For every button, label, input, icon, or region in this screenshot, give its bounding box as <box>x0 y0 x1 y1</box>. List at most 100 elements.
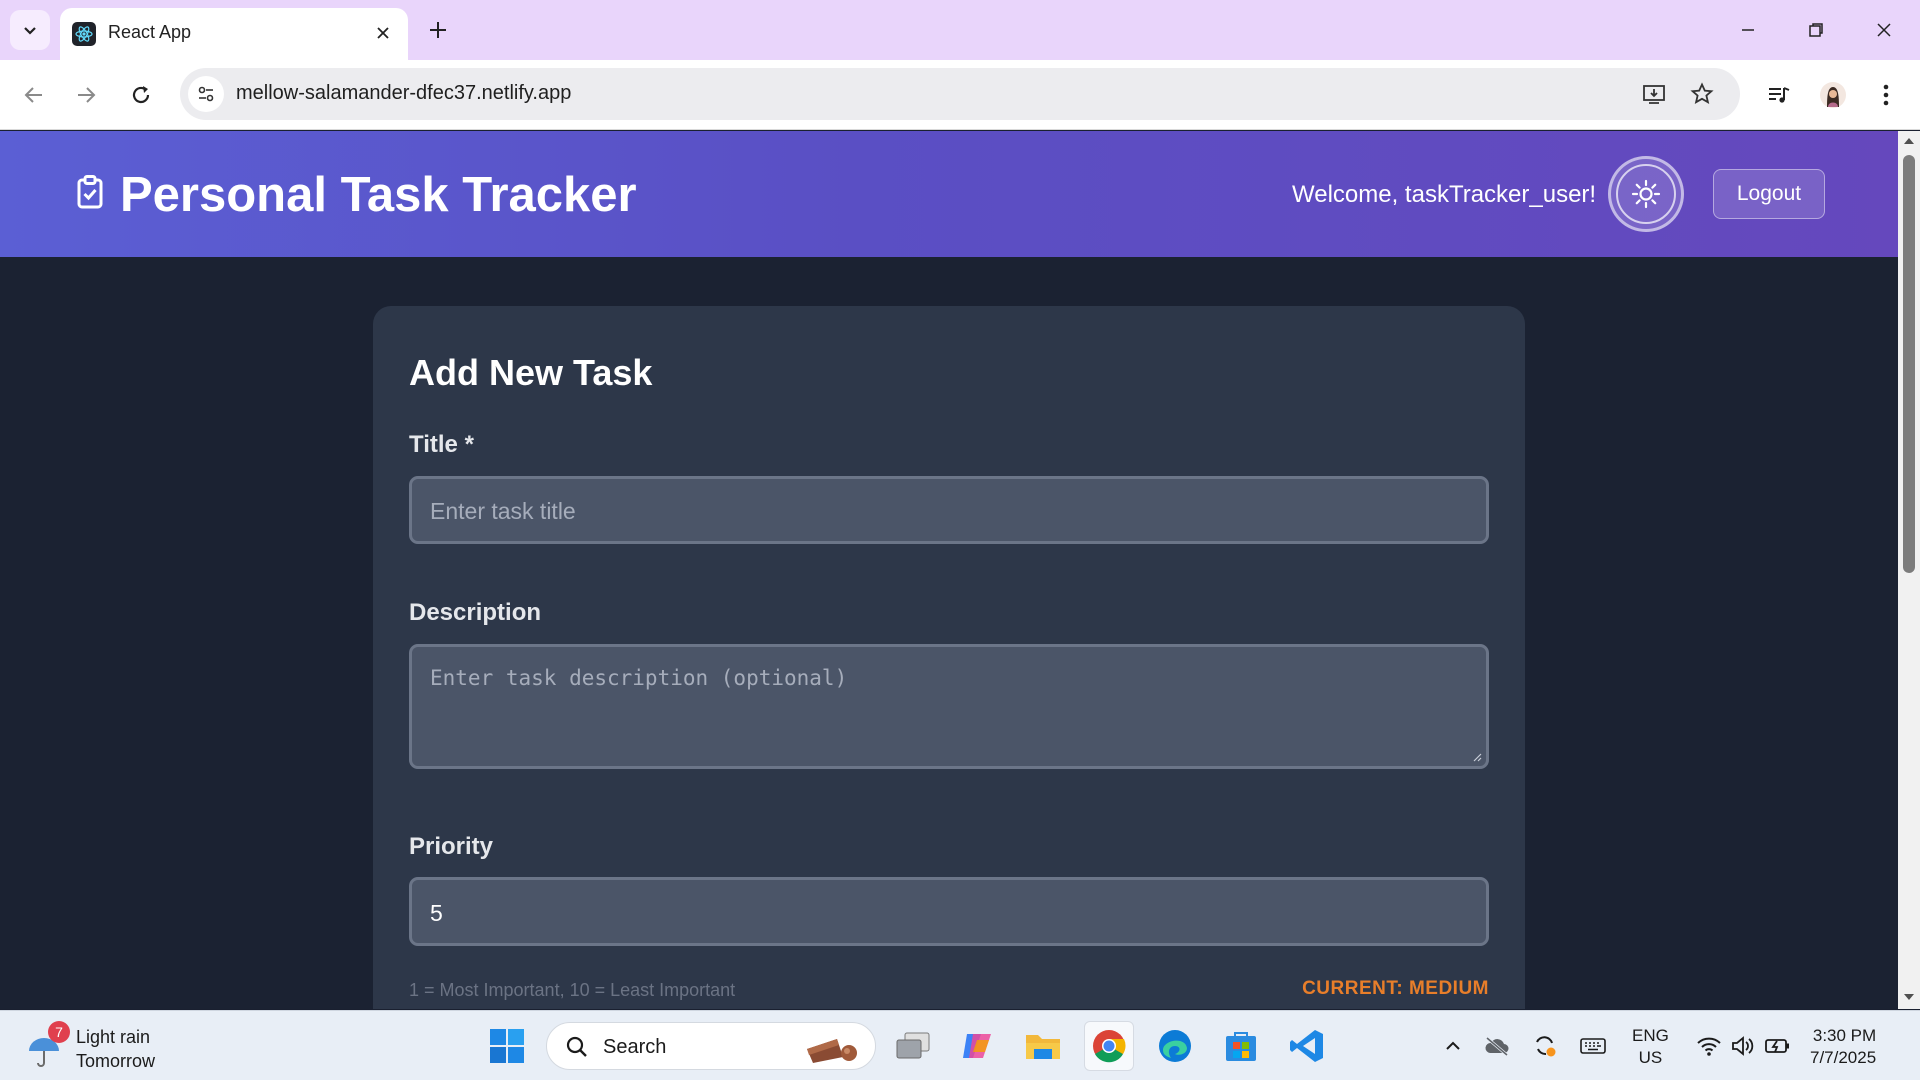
description-label: Description <box>409 599 542 626</box>
language-code: ENG <box>1632 1026 1669 1045</box>
resize-handle-icon[interactable] <box>1472 752 1482 762</box>
close-icon <box>1877 23 1891 37</box>
theme-toggle-button[interactable] <box>1608 156 1684 232</box>
taskbar-search-box[interactable]: Search <box>546 1022 876 1070</box>
tab-search-button[interactable] <box>10 10 50 50</box>
vscode-button[interactable] <box>1282 1021 1332 1071</box>
windows-logo-icon <box>490 1029 524 1063</box>
clipboard-check-icon <box>77 175 103 209</box>
weather-when: Tomorrow <box>76 1051 156 1071</box>
search-icon <box>566 1036 587 1057</box>
onedrive-tray-button[interactable] <box>1482 1031 1512 1061</box>
avatar-icon <box>1820 82 1846 108</box>
add-task-card: Add New Task Title * Enter task title De… <box>373 306 1525 1009</box>
battery-tray-button[interactable] <box>1763 1031 1793 1061</box>
star-icon <box>1690 82 1714 105</box>
store-icon <box>1226 1032 1256 1061</box>
plus-icon <box>430 22 446 38</box>
weather-alert-badge: 7 <box>48 1021 70 1043</box>
chocolate-icon <box>807 1039 857 1063</box>
back-button[interactable] <box>14 75 54 115</box>
title-placeholder: Enter task title <box>430 498 576 524</box>
browser-tab-bar: React App <box>0 0 1920 60</box>
task-view-icon <box>896 1032 930 1059</box>
edge-button[interactable] <box>1150 1021 1200 1071</box>
sun-icon <box>1631 179 1661 209</box>
minimize-button[interactable] <box>1718 10 1778 50</box>
app-header: Personal Task Tracker Welcome, taskTrack… <box>0 131 1898 257</box>
cloud-off-icon <box>1485 1036 1509 1057</box>
page-scrollbar[interactable] <box>1898 131 1920 1009</box>
browser-tab[interactable]: React App <box>60 8 408 60</box>
web-page: Personal Task Tracker Welcome, taskTrack… <box>0 131 1898 1009</box>
restore-icon <box>1809 23 1823 37</box>
browser-toolbar: mellow-salamander-dfec37.netlify.app <box>0 60 1920 130</box>
media-control-button[interactable] <box>1759 75 1799 115</box>
weather-condition: Light rain <box>76 1027 151 1047</box>
sync-icon <box>1536 1036 1556 1057</box>
chevron-up-icon <box>1446 1041 1460 1050</box>
chrome-button[interactable] <box>1084 1021 1134 1071</box>
file-explorer-button[interactable] <box>1018 1021 1068 1071</box>
keyboard-tray-button[interactable] <box>1578 1031 1608 1061</box>
tune-icon <box>198 86 214 102</box>
react-icon <box>72 22 96 46</box>
system-clock[interactable]: 3:30 PM 7/7/2025 <box>1810 1025 1876 1069</box>
tab-close-button[interactable] <box>370 20 396 46</box>
welcome-message: Welcome, taskTracker_user! <box>1292 181 1597 208</box>
close-window-button[interactable] <box>1854 10 1914 50</box>
ms-store-button[interactable] <box>1216 1021 1266 1071</box>
theme-toggle-ring <box>1616 164 1676 224</box>
url-text: mellow-salamander-dfec37.netlify.app <box>236 82 572 104</box>
reload-button[interactable] <box>121 75 161 115</box>
title-input[interactable]: Enter task title <box>409 476 1489 544</box>
edge-icon <box>1159 1030 1191 1062</box>
scrollbar-thumb[interactable] <box>1903 155 1915 573</box>
restore-button[interactable] <box>1786 10 1846 50</box>
card-heading: Add New Task <box>409 352 653 393</box>
bookmark-button[interactable] <box>1686 78 1718 110</box>
priority-hint: 1 = Most Important, 10 = Least Important <box>409 980 736 1000</box>
install-app-button[interactable] <box>1638 78 1670 110</box>
scroll-down-icon[interactable] <box>1903 991 1915 1003</box>
title-label: Title * <box>409 431 474 458</box>
music-queue-icon <box>1769 87 1790 103</box>
new-tab-button[interactable] <box>422 14 454 46</box>
copilot-icon <box>963 1034 991 1058</box>
task-view-button[interactable] <box>888 1021 938 1071</box>
arrow-right-icon <box>78 87 96 103</box>
volume-icon <box>1732 1036 1754 1056</box>
forward-button[interactable] <box>66 75 106 115</box>
language-indicator[interactable]: ENG US <box>1632 1025 1669 1069</box>
taskbar-search-label: Search <box>603 1036 667 1058</box>
copilot-button[interactable] <box>952 1021 1002 1071</box>
scroll-up-icon[interactable] <box>1903 135 1915 147</box>
region-code: US <box>1638 1048 1663 1067</box>
site-info-button[interactable] <box>188 76 224 112</box>
priority-current-badge: CURRENT: MEDIUM <box>1302 978 1489 999</box>
address-bar[interactable]: mellow-salamander-dfec37.netlify.app <box>180 68 1740 120</box>
arrow-left-icon <box>24 87 42 103</box>
priority-label: Priority <box>409 833 494 860</box>
volume-tray-button[interactable] <box>1728 1031 1758 1061</box>
close-icon <box>377 27 389 39</box>
tab-title: React App <box>108 22 192 42</box>
wifi-tray-button[interactable] <box>1694 1031 1724 1061</box>
minimize-icon <box>1742 29 1754 31</box>
more-vertical-icon <box>1883 84 1889 106</box>
profile-avatar-button[interactable] <box>1813 75 1853 115</box>
browser-menu-button[interactable] <box>1866 75 1906 115</box>
start-button[interactable] <box>482 1021 532 1071</box>
sync-tray-button[interactable] <box>1530 1031 1560 1061</box>
priority-value: 5 <box>430 900 443 926</box>
priority-input[interactable]: 5 <box>409 877 1489 946</box>
description-textarea[interactable]: Enter task description (optional) <box>409 644 1489 769</box>
clock-time: 3:30 PM <box>1812 1026 1877 1045</box>
wifi-icon <box>1697 1037 1721 1056</box>
keyboard-icon <box>1580 1038 1606 1054</box>
vscode-icon <box>1290 1030 1323 1062</box>
logout-button[interactable]: Logout <box>1713 169 1825 219</box>
show-hidden-icons-button[interactable] <box>1438 1031 1468 1061</box>
weather-widget[interactable]: 7 Light rain Tomorrow <box>26 1021 226 1071</box>
install-icon <box>1643 85 1665 104</box>
